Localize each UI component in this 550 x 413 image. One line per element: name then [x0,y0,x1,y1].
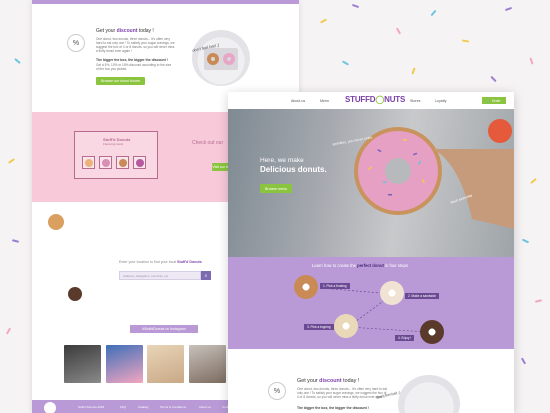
hero-section: Here, we make Delicious donuts. Browse m… [228,109,514,257]
instagram-photo[interactable] [106,345,143,383]
donut-box-image [192,30,250,86]
footer-copyright: Stuff'd Donuts 2018 [78,405,105,409]
front-page-preview: About us Menu STUFFD◯NUTS Stores Loyalty… [228,92,514,413]
percent-icon: % [268,382,286,400]
front-discount-title: Get your discount today ! [297,378,360,384]
step-label-4: 4. Enjoy ! [395,335,415,341]
top-navigation: About us Menu STUFFD◯NUTS Stores Loyalty… [228,92,514,109]
search-button[interactable]: ⌕ [201,271,211,280]
step-label-2: 2. Make a sandwich [405,293,440,299]
nav-item-about[interactable]: About us [291,99,305,103]
back-discount-paragraph: One donut, two donuts, three donuts... I… [96,37,175,53]
nav-item-menu[interactable]: Menu [320,99,329,103]
nav-item-stores[interactable]: Stores [410,99,420,103]
step-label-1: 1. Pick a frosting [320,283,350,289]
percent-icon: % [67,34,85,52]
front-discount-section: % Get your discount today ! One donut, t… [228,349,514,413]
logo-donut-icon: ◯ [375,95,385,104]
donut-slot [133,156,146,169]
location-search-input[interactable]: Address, delegation, town/city, etc [119,271,201,280]
footer-link-about[interactable]: About us [199,405,211,409]
footer-link-catalog[interactable]: Catalog [138,405,148,409]
steps-path-line [307,286,429,333]
nav-item-loyalty[interactable]: Loyalty [435,99,446,103]
hero-donut-image [354,119,514,229]
donut-slot [116,156,129,169]
step-donut-enjoy [420,320,444,344]
order-button[interactable]: 🛒 Order [482,97,506,104]
donut-slot [82,156,95,169]
footer-logo [44,402,56,413]
search-prompt: Enter your location to find your local S… [119,260,202,264]
instagram-photo[interactable] [189,345,226,383]
hero-title: Delicious donuts. [260,165,327,174]
donut-box-icon [204,48,238,70]
donut-slot [99,156,112,169]
brand-logo[interactable]: STUFFD◯NUTS [345,95,405,104]
hero-subtitle: Here, we make [260,157,304,164]
step-label-3: 3. Pick a topping [304,324,334,330]
back-top-bar [32,0,299,4]
search-icon: ⌕ [204,272,208,279]
stuffd-card: Stuff'd Donuts Flavoring stock [74,131,158,179]
instagram-photo[interactable] [147,345,184,383]
floating-donut-image [68,287,82,301]
footer-link-faq[interactable]: FAQ [120,405,126,409]
steps-section: Learn how to create the perfect donut in… [228,257,514,349]
front-discount-bold: The bigger the box, the bigger the disco… [297,406,369,410]
back-discount-small: Get a 5%, 10% or 15% discount according … [96,63,172,71]
stuffd-card-subtitle: Flavoring stock [103,142,124,146]
back-discount-bold: The bigger the box, the bigger the disco… [96,58,168,62]
instagram-photo[interactable] [64,345,101,383]
back-discount-title: Get your discount today ! [96,28,154,34]
step-donut-topping [334,314,358,338]
browse-boxes-button[interactable]: Browse our donut boxes [96,77,145,85]
browse-menu-button[interactable]: Browse menu [260,184,292,193]
step-donut-frosting [294,275,318,299]
step-donut-sandwich [380,281,404,305]
floating-donut-image [48,214,64,230]
checkout-title: Check out our [192,140,224,146]
footer-link-terms[interactable]: Terms & Conditions [160,405,186,409]
front-donut-box-image [398,375,460,413]
instagram-hashtag-label: #StuffdDonuts on Instagram [130,325,198,333]
